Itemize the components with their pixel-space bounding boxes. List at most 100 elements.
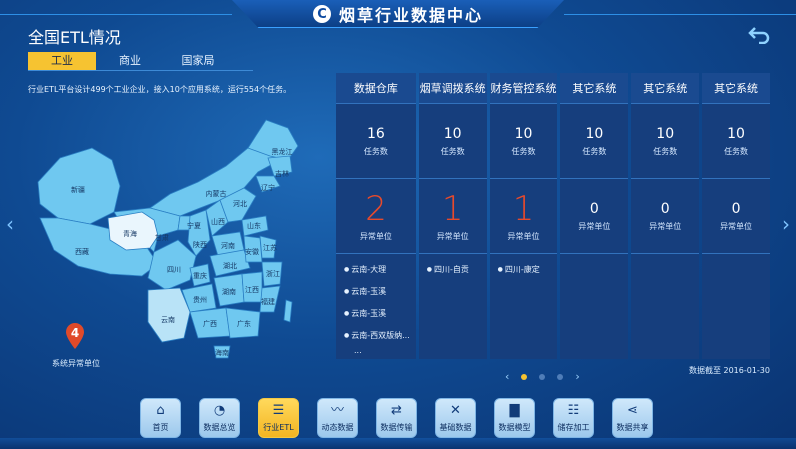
task-block: 10 任务数	[419, 104, 487, 178]
pager-next-icon[interactable]: ›	[575, 370, 579, 383]
nav-label: 动态数据	[321, 423, 354, 432]
task-block: 16 任务数	[336, 104, 416, 178]
nav-label: 储存加工	[557, 423, 590, 432]
nav-dynamic-data[interactable]: 〰 动态数据	[317, 398, 358, 438]
system-name: 烟草调拨系统	[418, 73, 487, 103]
pager-dot[interactable]	[521, 373, 528, 380]
pager-dot[interactable]	[557, 373, 564, 380]
label-sichuan: 四川	[167, 266, 181, 274]
nav-base-data[interactable]: ✕ 基础数据	[435, 398, 476, 438]
system-column[interactable]: 财务管控系统 10 任务数 1 异常单位 四川-康定	[489, 73, 558, 359]
pager-prev-icon[interactable]: ‹	[505, 370, 509, 383]
label-hunan: 湖南	[222, 287, 236, 296]
system-column[interactable]: 其它系统 10 任务数 0 异常单位	[702, 73, 770, 359]
province-yunnan	[147, 287, 191, 343]
error-block: 0 异常单位	[560, 179, 628, 253]
system-column[interactable]: 烟草调拨系统 10 任务数 1 异常单位 四川-自贡	[418, 73, 487, 359]
list-item[interactable]: 四川-康定	[498, 264, 552, 275]
label-anhui: 安徽	[245, 247, 259, 256]
nav-storage-processing[interactable]: ☷ 储存加工	[553, 398, 594, 438]
app-title: 烟草行业数据中心	[338, 6, 483, 25]
label-jiangxi: 江西	[245, 286, 259, 294]
task-count: 10	[656, 125, 675, 142]
tab-underline	[28, 70, 253, 71]
list-item[interactable]: 云南-大理	[344, 264, 410, 275]
task-label: 任务数	[363, 146, 388, 156]
label-liaoning: 辽宁	[261, 183, 275, 192]
error-label: 异常单位	[649, 221, 682, 231]
error-count: 1	[512, 188, 535, 229]
error-unit-list: 云南-大理 云南-玉溪 云南-玉溪 云南-西双版纳... ...	[336, 254, 416, 359]
home-icon: ⌂	[156, 403, 165, 418]
list-icon: ☰	[272, 403, 285, 418]
nav-data-sharing[interactable]: ⋖ 数据共享	[612, 398, 653, 438]
tab-national-bureau[interactable]: 国家局	[164, 52, 232, 70]
label-jiangsu: 江苏	[263, 243, 277, 252]
list-item[interactable]: 四川-自贡	[427, 264, 481, 275]
pager: ‹ ›	[505, 370, 580, 383]
system-columns: 数据仓库 16 任务数 2 异常单位 云南-大理 云南-玉溪 云南-玉溪 云南-…	[336, 73, 770, 359]
title-wrap: C 烟草行业数据中心	[232, 0, 564, 28]
label-xinjiang: 新疆	[71, 185, 85, 194]
prev-page-icon[interactable]: ‹	[6, 212, 14, 236]
nav-data-transfer[interactable]: ⇄ 数据传输	[376, 398, 417, 438]
nav-data-overview[interactable]: ◔ 数据总览	[199, 398, 240, 438]
error-count: 0	[589, 200, 599, 217]
province-shaanxi	[187, 209, 211, 257]
label-xizang: 西藏	[75, 247, 89, 256]
pie-chart-icon: ◔	[213, 403, 226, 418]
tools-icon: ✕	[450, 403, 461, 418]
nav-label: 数据共享	[616, 423, 649, 432]
next-page-icon[interactable]: ›	[782, 212, 790, 236]
list-item[interactable]: 云南-玉溪	[344, 308, 410, 319]
pager-dot[interactable]	[539, 373, 546, 380]
list-item[interactable]: 云南-玉溪	[344, 286, 410, 297]
header-line-right	[564, 14, 796, 15]
nav-label: 首页	[152, 423, 169, 432]
nav-label: 数据传输	[380, 423, 413, 432]
task-count: 10	[514, 125, 533, 142]
error-block: 0 异常单位	[702, 179, 770, 253]
label-hebei: 河北	[233, 200, 247, 208]
nav-label: 数据模型	[498, 423, 531, 432]
system-column[interactable]: 其它系统 10 任务数 0 异常单位	[631, 73, 700, 359]
system-column[interactable]: 其它系统 10 任务数 0 异常单位	[560, 73, 629, 359]
label-jilin: 吉林	[275, 169, 289, 178]
share-icon: ⋖	[627, 403, 638, 418]
transfer-icon: ⇄	[391, 403, 402, 418]
error-unit-list: 四川-康定	[490, 254, 558, 359]
label-gansu: 甘肃	[155, 233, 169, 242]
label-qinghai: 青海	[123, 229, 137, 238]
error-unit-list	[702, 254, 770, 359]
more-indicator[interactable]: ...	[354, 346, 410, 355]
task-count: 10	[443, 125, 462, 142]
tab-commerce[interactable]: 商业	[96, 52, 164, 70]
task-count: 10	[727, 125, 745, 142]
back-arrow-icon[interactable]	[748, 26, 770, 45]
nav-home[interactable]: ⌂ 首页	[140, 398, 181, 438]
alert-marker-icon[interactable]	[64, 322, 86, 350]
label-guizhou: 贵州	[193, 295, 207, 304]
bottom-nav: ⌂ 首页 ◔ 数据总览 ☰ 行业ETL 〰 动态数据 ⇄ 数据传输 ✕ 基础数据…	[140, 398, 653, 438]
task-count: 10	[585, 125, 604, 142]
tab-industry[interactable]: 工业	[28, 52, 96, 70]
nav-data-model[interactable]: ▇ 数据模型	[494, 398, 535, 438]
nav-industry-etl[interactable]: ☰ 行业ETL	[258, 398, 299, 438]
error-count: 2	[365, 188, 387, 229]
task-label: 任务数	[582, 146, 607, 156]
database-icon: ☷	[567, 403, 580, 418]
system-name: 其它系统	[631, 73, 700, 103]
list-item[interactable]: 云南-西双版纳...	[344, 330, 410, 341]
label-heilongjiang: 黑龙江	[272, 147, 293, 156]
error-label: 异常单位	[436, 231, 469, 241]
error-block: 2 异常单位	[336, 179, 416, 253]
label-neimenggu: 内蒙古	[206, 189, 227, 198]
label-shanxi: 山西	[211, 217, 225, 226]
label-shandong: 山东	[247, 221, 261, 230]
error-count: 0	[731, 200, 741, 217]
nav-label: 数据总览	[203, 423, 236, 432]
system-column[interactable]: 数据仓库 16 任务数 2 异常单位 云南-大理 云南-玉溪 云南-玉溪 云南-…	[336, 73, 416, 359]
error-block: 0 异常单位	[631, 179, 699, 253]
error-label: 异常单位	[720, 221, 753, 231]
task-block: 10 任务数	[560, 104, 628, 178]
